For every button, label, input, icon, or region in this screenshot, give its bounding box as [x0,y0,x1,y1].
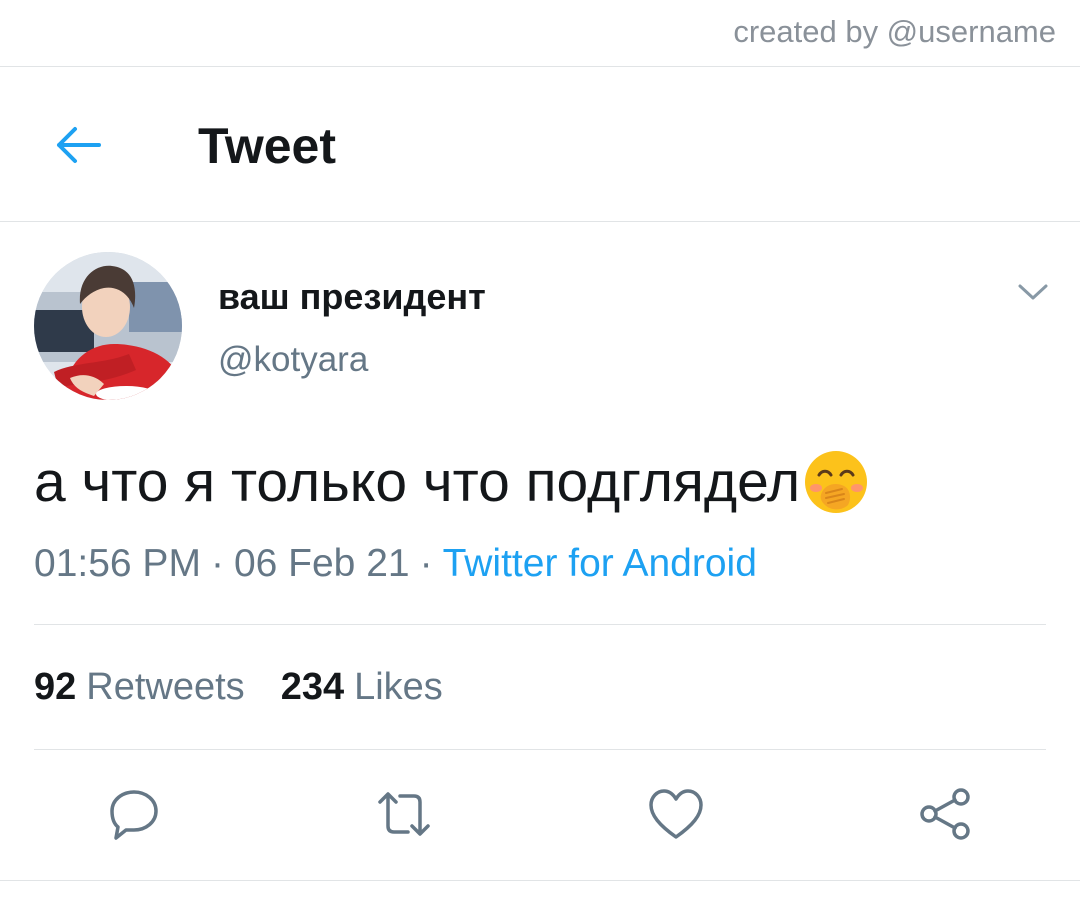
share-icon [920,788,970,840]
meta-separator: · [210,542,224,585]
reply-button[interactable] [104,784,164,844]
arrow-left-icon [57,127,101,163]
retweets-stat[interactable]: 92 Retweets [34,666,245,708]
avatar-photo [34,252,182,400]
tweet-time: 01:56 PM [34,542,201,585]
tweet-date: 06 Feb 21 [233,542,410,585]
avatar[interactable] [34,252,182,400]
likes-stat[interactable]: 234 Likes [281,666,443,708]
divider [0,880,1080,881]
page-title: Tweet [198,118,336,174]
chevron-down-icon [1018,284,1048,300]
tweet-source-link[interactable]: Twitter for Android [443,542,757,585]
divider [34,749,1046,750]
reply-icon [110,790,158,840]
watermark-text: created by @username [733,14,1056,49]
display-name[interactable]: ваш президент [218,276,486,318]
divider [34,624,1046,625]
retweets-count: 92 [34,666,77,708]
likes-label: Likes [354,666,443,708]
divider [0,221,1080,222]
like-button[interactable] [646,784,706,844]
top-bar: Tweet [0,67,1080,221]
retweets-label: Retweets [86,666,245,708]
back-button[interactable] [48,119,106,171]
retweet-icon [378,792,430,836]
heart-icon [649,789,703,839]
tweet-meta: 01:56 PM · 06 Feb 21 · Twitter for Android [34,542,757,586]
share-button[interactable] [916,784,976,844]
tweet-text: а что я только что подглядел [34,450,801,514]
tweet-body: а что я только что подглядел [34,448,870,516]
likes-count: 234 [280,666,345,708]
meta-separator: · [419,542,433,585]
user-handle[interactable]: @kotyara [218,340,368,380]
more-options-button[interactable] [1010,274,1056,310]
face-with-hand-over-mouth-icon [805,451,868,513]
retweet-button[interactable] [374,784,434,844]
tweet-stats: 92 Retweets 234 Likes [34,666,443,709]
